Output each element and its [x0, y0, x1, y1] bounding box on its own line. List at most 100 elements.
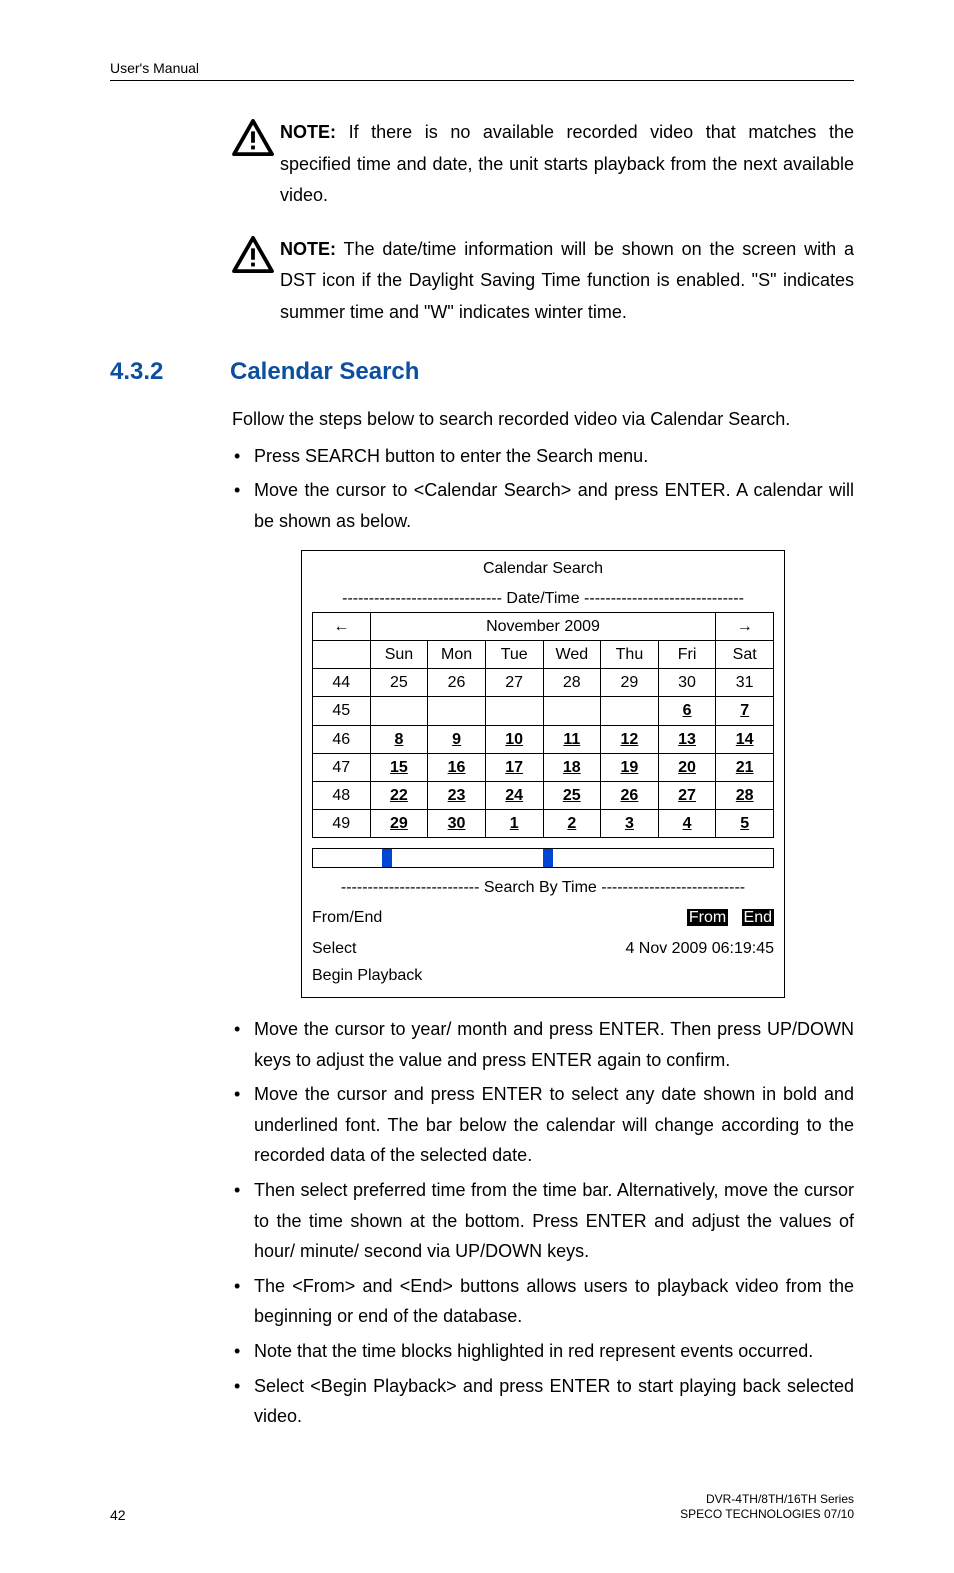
- day-cell[interactable]: 22: [370, 781, 428, 809]
- week-num: 48: [313, 781, 371, 809]
- dow-cell: Sun: [370, 640, 428, 668]
- day-cell[interactable]: 20: [658, 753, 716, 781]
- day-cell[interactable]: 26: [601, 781, 659, 809]
- day-cell[interactable]: 30: [428, 810, 486, 838]
- day-cell[interactable]: 8: [370, 725, 428, 753]
- calendar-row: 46 8 9 10 11 12 13 14: [313, 725, 774, 753]
- dow-cell: Mon: [428, 640, 486, 668]
- day-cell[interactable]: 4: [658, 810, 716, 838]
- calendar-row: 48 22 23 24 25 26 27 28: [313, 781, 774, 809]
- week-num: 49: [313, 810, 371, 838]
- prev-month-arrow[interactable]: ←: [313, 612, 371, 640]
- month-year-label[interactable]: November 2009: [370, 612, 716, 640]
- begin-playback-button[interactable]: Begin Playback: [312, 962, 774, 989]
- day-cell[interactable]: 7: [716, 697, 774, 725]
- time-bar-marker: [382, 849, 392, 867]
- select-label: Select: [312, 935, 356, 962]
- week-num: 46: [313, 725, 371, 753]
- note-1-text: If there is no available recorded video …: [280, 122, 854, 205]
- day-cell[interactable]: 26: [428, 669, 486, 697]
- day-cell[interactable]: 10: [485, 725, 543, 753]
- from-button[interactable]: From: [687, 909, 728, 926]
- day-cell[interactable]: 18: [543, 753, 601, 781]
- caution-icon: [232, 144, 274, 161]
- day-cell[interactable]: 15: [370, 753, 428, 781]
- note-1: NOTE: If there is no available recorded …: [232, 117, 854, 212]
- day-cell[interactable]: [485, 697, 543, 725]
- day-cell[interactable]: 13: [658, 725, 716, 753]
- day-cell[interactable]: 24: [485, 781, 543, 809]
- note-label: NOTE:: [280, 122, 336, 142]
- calendar-row: 44 25 26 27 28 29 30 31: [313, 669, 774, 697]
- page-footer: 42 DVR-4TH/8TH/16TH Series SPECO TECHNOL…: [110, 1492, 854, 1523]
- day-cell[interactable]: 11: [543, 725, 601, 753]
- week-num: 44: [313, 669, 371, 697]
- day-cell[interactable]: 28: [716, 781, 774, 809]
- note-2-text: The date/time information will be shown …: [280, 239, 854, 322]
- list-item: Move the cursor and press ENTER to selec…: [232, 1079, 854, 1171]
- dow-cell: [313, 640, 371, 668]
- time-bar[interactable]: [312, 848, 774, 868]
- day-cell[interactable]: 1: [485, 810, 543, 838]
- section-title: Calendar Search: [230, 358, 419, 385]
- note-label: NOTE:: [280, 239, 336, 259]
- day-cell[interactable]: 31: [716, 669, 774, 697]
- day-cell[interactable]: 27: [658, 781, 716, 809]
- day-cell[interactable]: [601, 697, 659, 725]
- day-cell[interactable]: 30: [658, 669, 716, 697]
- day-cell[interactable]: 19: [601, 753, 659, 781]
- bottom-bullet-list: Move the cursor to year/ month and press…: [232, 1014, 854, 1432]
- note-2: NOTE: The date/time information will be …: [232, 234, 854, 329]
- list-item: Then select preferred time from the time…: [232, 1175, 854, 1267]
- calendar-row: 49 29 30 1 2 3 4 5: [313, 810, 774, 838]
- day-cell[interactable]: 9: [428, 725, 486, 753]
- day-cell[interactable]: 2: [543, 810, 601, 838]
- caution-icon: [232, 261, 274, 278]
- datetime-separator: ------------------------------ Date/Time…: [312, 585, 774, 612]
- day-cell[interactable]: 14: [716, 725, 774, 753]
- section-heading: 4.3.2Calendar Search: [110, 358, 854, 386]
- day-cell[interactable]: 25: [543, 781, 601, 809]
- dow-row: Sun Mon Tue Wed Thu Fri Sat: [313, 640, 774, 668]
- day-cell[interactable]: 6: [658, 697, 716, 725]
- day-cell[interactable]: [543, 697, 601, 725]
- day-cell[interactable]: 25: [370, 669, 428, 697]
- list-item: Note that the time blocks highlighted in…: [232, 1336, 854, 1367]
- calendar-title: Calendar Search: [312, 555, 774, 582]
- dow-cell: Wed: [543, 640, 601, 668]
- dow-cell: Thu: [601, 640, 659, 668]
- day-cell[interactable]: 27: [485, 669, 543, 697]
- day-cell[interactable]: [370, 697, 428, 725]
- day-cell[interactable]: 12: [601, 725, 659, 753]
- day-cell[interactable]: 23: [428, 781, 486, 809]
- page-number: 42: [110, 1507, 126, 1523]
- day-cell[interactable]: [428, 697, 486, 725]
- end-button[interactable]: End: [742, 909, 774, 926]
- week-num: 47: [313, 753, 371, 781]
- select-datetime-value[interactable]: 4 Nov 2009 06:19:45: [625, 935, 774, 962]
- calendar-table: ← November 2009 → Sun Mon Tue Wed Thu Fr…: [312, 612, 774, 839]
- day-cell[interactable]: 21: [716, 753, 774, 781]
- day-cell[interactable]: 17: [485, 753, 543, 781]
- day-cell[interactable]: 5: [716, 810, 774, 838]
- day-cell[interactable]: 28: [543, 669, 601, 697]
- dow-cell: Sat: [716, 640, 774, 668]
- calendar-search-panel: Calendar Search ------------------------…: [301, 550, 785, 998]
- time-bar-marker: [543, 849, 553, 867]
- list-item: Move the cursor to year/ month and press…: [232, 1014, 854, 1075]
- top-bullet-list: Press SEARCH button to enter the Search …: [232, 441, 854, 537]
- calendar-row: 47 15 16 17 18 19 20 21: [313, 753, 774, 781]
- day-cell[interactable]: 3: [601, 810, 659, 838]
- from-end-label: From/End: [312, 904, 382, 931]
- list-item: Press SEARCH button to enter the Search …: [232, 441, 854, 472]
- footer-product-line: DVR-4TH/8TH/16TH Series: [680, 1492, 854, 1508]
- day-cell[interactable]: 29: [370, 810, 428, 838]
- dow-cell: Tue: [485, 640, 543, 668]
- next-month-arrow[interactable]: →: [716, 612, 774, 640]
- week-num: 45: [313, 697, 371, 725]
- search-by-time-separator: -------------------------- Search By Tim…: [312, 874, 774, 901]
- calendar-row: 45 6 7: [313, 697, 774, 725]
- day-cell[interactable]: 29: [601, 669, 659, 697]
- section-intro: Follow the steps below to search recorde…: [232, 404, 854, 435]
- day-cell[interactable]: 16: [428, 753, 486, 781]
